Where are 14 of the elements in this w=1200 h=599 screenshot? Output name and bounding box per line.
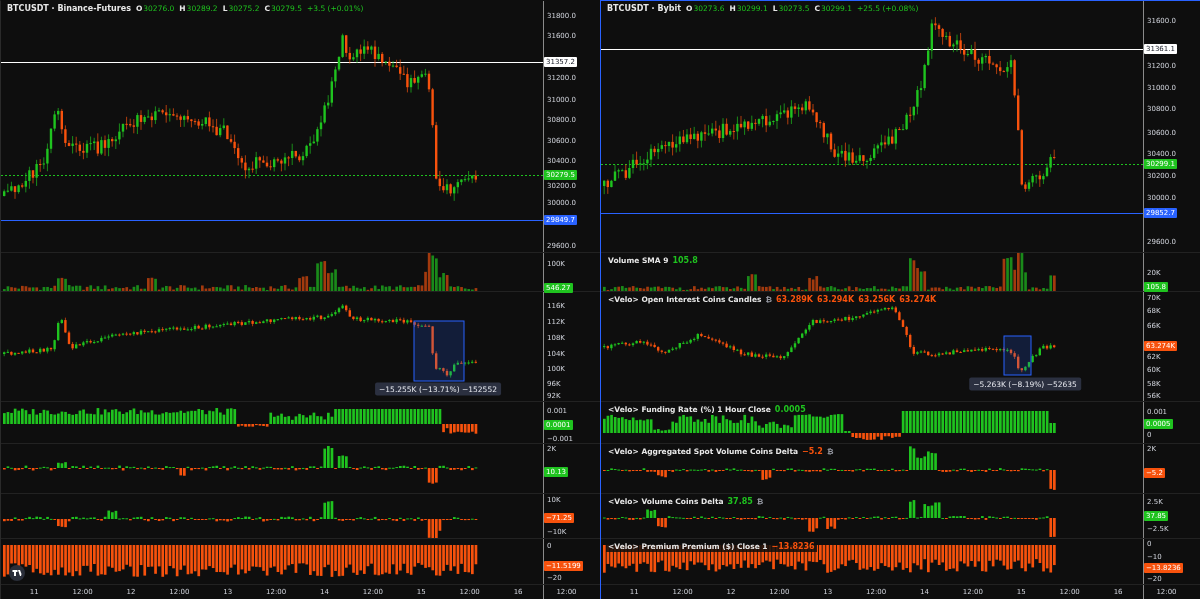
- indicator-value: 63.274K: [899, 295, 937, 304]
- indicator-value: −13.8236: [771, 542, 815, 551]
- indicator-value: ₿: [756, 497, 764, 506]
- indicator-value: ₿: [826, 447, 834, 456]
- indicator-value: 0.0005: [774, 405, 806, 414]
- indicator-value: 63.256K: [858, 295, 896, 304]
- symbol-title: BTCUSDT · Binance-Futures: [7, 4, 131, 13]
- indicator-value: 63.294K: [817, 295, 855, 304]
- symbol-title: BTCUSDT · Bybit: [607, 4, 681, 13]
- indicator-value: 63.289K: [776, 295, 814, 304]
- indicator-value: ₿: [765, 295, 772, 304]
- indicator-value: 37.85: [727, 497, 753, 506]
- indicator-value: −5.2: [802, 447, 823, 456]
- indicator-value: 105.8: [672, 256, 698, 265]
